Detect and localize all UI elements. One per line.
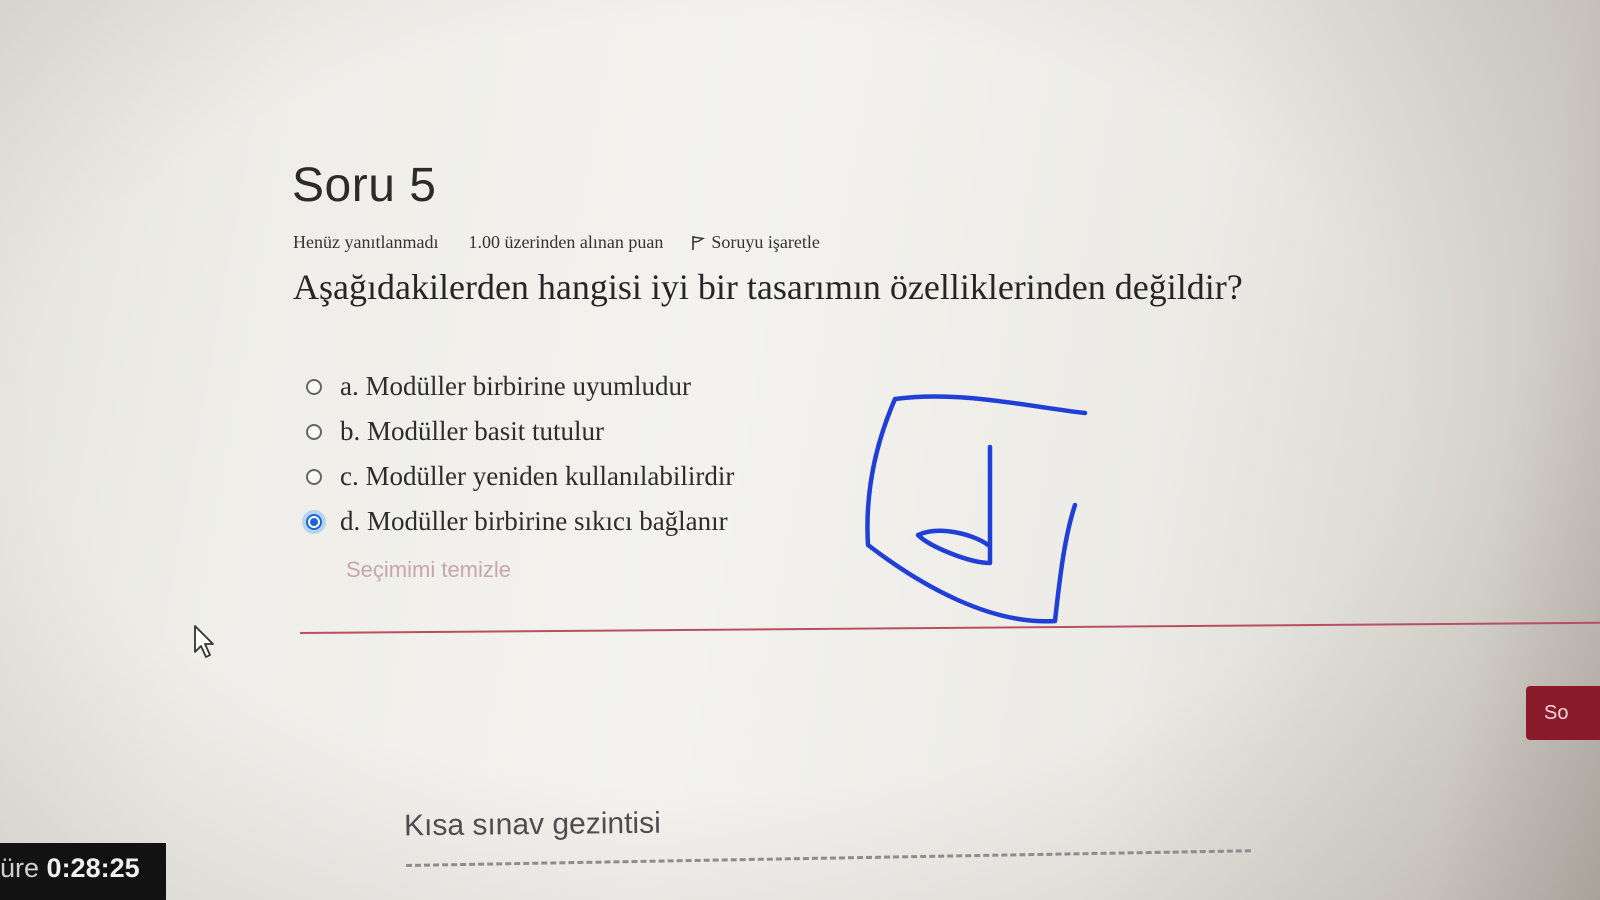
answer-label-c: c. Modüller yeniden kullanılabilirdir	[340, 461, 735, 491]
photo-vignette	[0, 0, 1600, 900]
timer-label: üre	[0, 853, 40, 883]
answer-option-b[interactable]: b. Modüller basit tutulur	[306, 409, 734, 454]
timer-value: 0:28:25	[46, 853, 140, 883]
flag-question-label: Soruyu işaretle	[711, 232, 820, 252]
answer-option-a[interactable]: a. Modüller birbirine uyumludur	[306, 364, 734, 409]
answer-label-b: b. Modüller basit tutulur	[340, 416, 604, 446]
quiz-navigation-underline	[405, 849, 1251, 867]
flag-question-link[interactable]: Soruyu işaretle	[691, 232, 820, 253]
answer-label-d: d. Modüller birbirine sıkıcı bağlanır	[340, 506, 728, 536]
radio-button-a[interactable]	[306, 378, 322, 395]
radio-button-b[interactable]	[306, 423, 322, 440]
question-text: Aşağıdakilerden hangisi iyi bir tasarımı…	[293, 267, 1243, 307]
answer-option-d[interactable]: d. Modüller birbirine sıkıcı bağlanır	[306, 499, 734, 544]
answer-label-a: a. Modüller birbirine uyumludur	[340, 371, 691, 401]
next-page-button[interactable]: So	[1526, 686, 1600, 740]
quiz-navigation-title: Kısa sınav gezintisi	[403, 806, 661, 843]
question-info: Henüz yanıtlanmadı 1.00 üzerinden alınan…	[293, 232, 820, 253]
quiz-timer: üre 0:28:25	[0, 843, 166, 900]
handwritten-scribble	[865, 394, 1088, 624]
radio-button-c[interactable]	[306, 468, 322, 485]
radio-button-d[interactable]	[306, 513, 322, 530]
answer-list: a. Modüller birbirine uyumludur b. Modül…	[306, 364, 734, 544]
mouse-cursor-icon	[194, 625, 214, 658]
answer-option-c[interactable]: c. Modüller yeniden kullanılabilirdir	[306, 454, 734, 499]
question-state: Henüz yanıtlanmadı	[293, 232, 439, 252]
question-grade: 1.00 üzerinden alınan puan	[468, 232, 664, 252]
clear-choice-link[interactable]: Seçimimi temizle	[346, 557, 511, 583]
question-title: Soru 5	[292, 159, 437, 212]
flag-icon	[692, 235, 706, 250]
